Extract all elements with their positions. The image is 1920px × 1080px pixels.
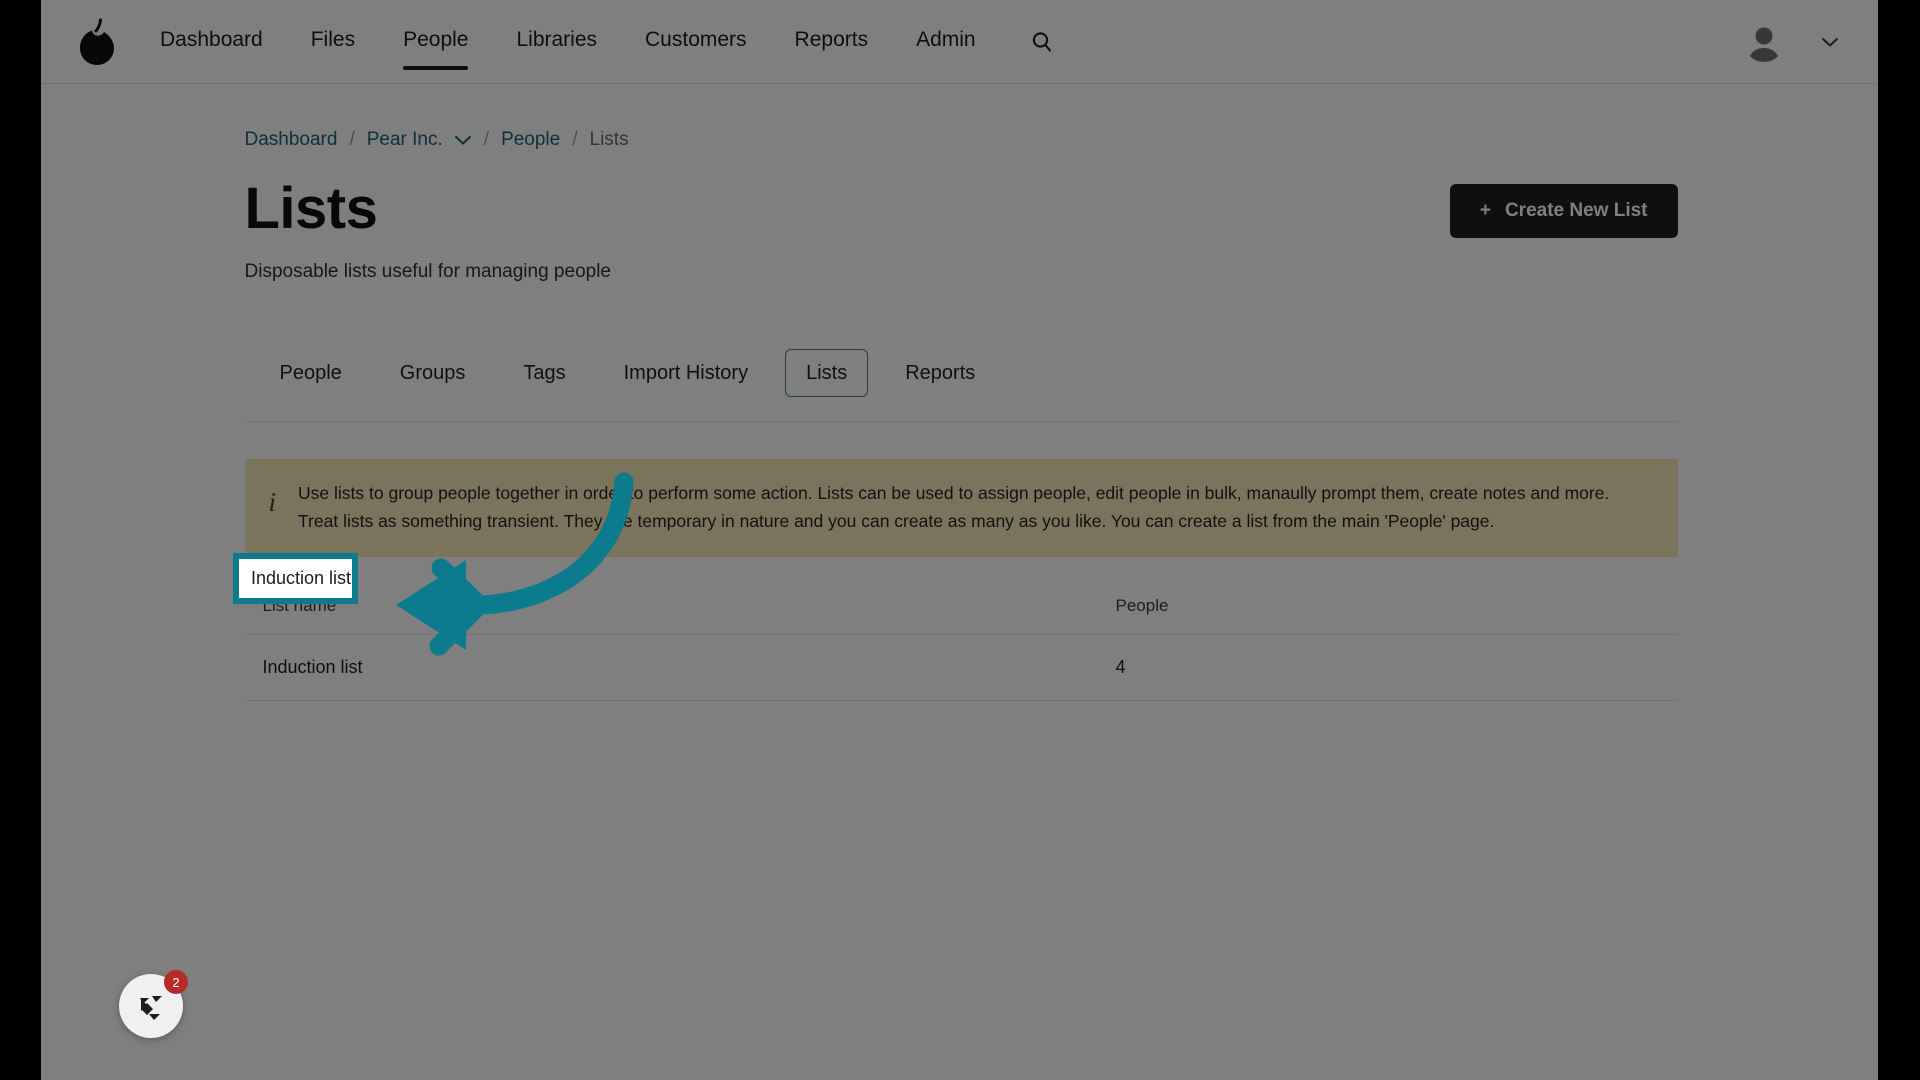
nav-link-files[interactable]: Files [311, 26, 355, 58]
breadcrumb-chevron-down-icon[interactable] [454, 134, 472, 146]
nav-link-customers[interactable]: Customers [645, 26, 747, 58]
cell-list-name: Induction list [244, 634, 1098, 701]
section-tabs: People Groups Tags Import History Lists … [244, 349, 1678, 422]
highlighted-list-name[interactable]: Induction list [233, 553, 358, 604]
create-new-list-label: Create New List [1504, 200, 1648, 221]
nav-links: Dashboard Files People Libraries Custome… [160, 26, 1056, 70]
cell-people-count: 4 [1097, 634, 1678, 701]
navbar-right [1744, 21, 1840, 62]
help-widget-badge: 2 [164, 970, 188, 994]
breadcrumb-separator: / [483, 129, 490, 150]
table-head: List name People [244, 580, 1678, 635]
tab-tags[interactable]: Tags [502, 349, 586, 397]
plus-icon: + [1479, 200, 1491, 221]
lists-table: List name People Induction list 4 [244, 580, 1678, 701]
account-chevron-down-icon[interactable] [1820, 32, 1840, 52]
info-banner-line-1: Use lists to group people together in or… [298, 483, 1610, 503]
user-avatar-icon[interactable] [1744, 21, 1784, 62]
breadcrumb-separator: / [572, 129, 578, 150]
column-header-list-name[interactable]: List name [244, 580, 1098, 635]
breadcrumb-item-dashboard[interactable]: Dashboard [245, 128, 338, 152]
nav-link-people[interactable]: People [403, 26, 469, 70]
breadcrumb-item-people[interactable]: People [501, 128, 560, 152]
info-banner-line-2: Treat lists as something transient. They… [298, 511, 1495, 531]
pear-logo-icon[interactable] [76, 17, 120, 67]
tab-lists[interactable]: Lists [785, 349, 869, 397]
tab-people[interactable]: People [259, 349, 363, 397]
column-header-people[interactable]: People [1097, 580, 1678, 635]
nav-link-reports[interactable]: Reports [795, 26, 869, 58]
breadcrumb-item-lists: Lists [589, 129, 629, 150]
top-navbar: Dashboard Files People Libraries Custome… [41, 0, 1878, 84]
table-row[interactable]: Induction list 4 [244, 634, 1678, 701]
page-header-text: Lists Disposable lists useful for managi… [245, 178, 612, 283]
breadcrumb-item-pear-inc[interactable]: Pear Inc. [367, 128, 443, 152]
page-header: Lists Disposable lists useful for managi… [245, 178, 1678, 283]
page-subtitle: Disposable lists useful for managing peo… [244, 261, 612, 282]
nav-link-admin[interactable]: Admin [916, 26, 976, 58]
info-banner: i Use lists to group people together in … [244, 459, 1678, 557]
create-new-list-button[interactable]: + Create New List [1449, 184, 1678, 238]
breadcrumb: Dashboard / Pear Inc. / People / Lists [245, 84, 1678, 152]
search-icon[interactable] [1028, 28, 1056, 56]
info-banner-text: Use lists to group people together in or… [298, 479, 1609, 535]
help-widget-button[interactable]: 2 [119, 970, 188, 1038]
app-window: Dashboard Files People Libraries Custome… [41, 0, 1878, 1080]
table-header-row: List name People [244, 580, 1678, 635]
content-wrapper: Dashboard / Pear Inc. / People / Lists L… [242, 84, 1678, 701]
page-title: Lists [244, 176, 378, 241]
list-name-link[interactable]: Induction list [263, 657, 363, 677]
tab-groups[interactable]: Groups [379, 349, 487, 397]
tab-reports[interactable]: Reports [884, 349, 996, 397]
info-icon: i [268, 487, 277, 517]
nav-link-libraries[interactable]: Libraries [516, 26, 597, 58]
nav-link-dashboard[interactable]: Dashboard [160, 26, 263, 58]
tab-import-history[interactable]: Import History [603, 349, 769, 397]
breadcrumb-separator: / [349, 129, 355, 150]
table-body: Induction list 4 [244, 634, 1678, 701]
